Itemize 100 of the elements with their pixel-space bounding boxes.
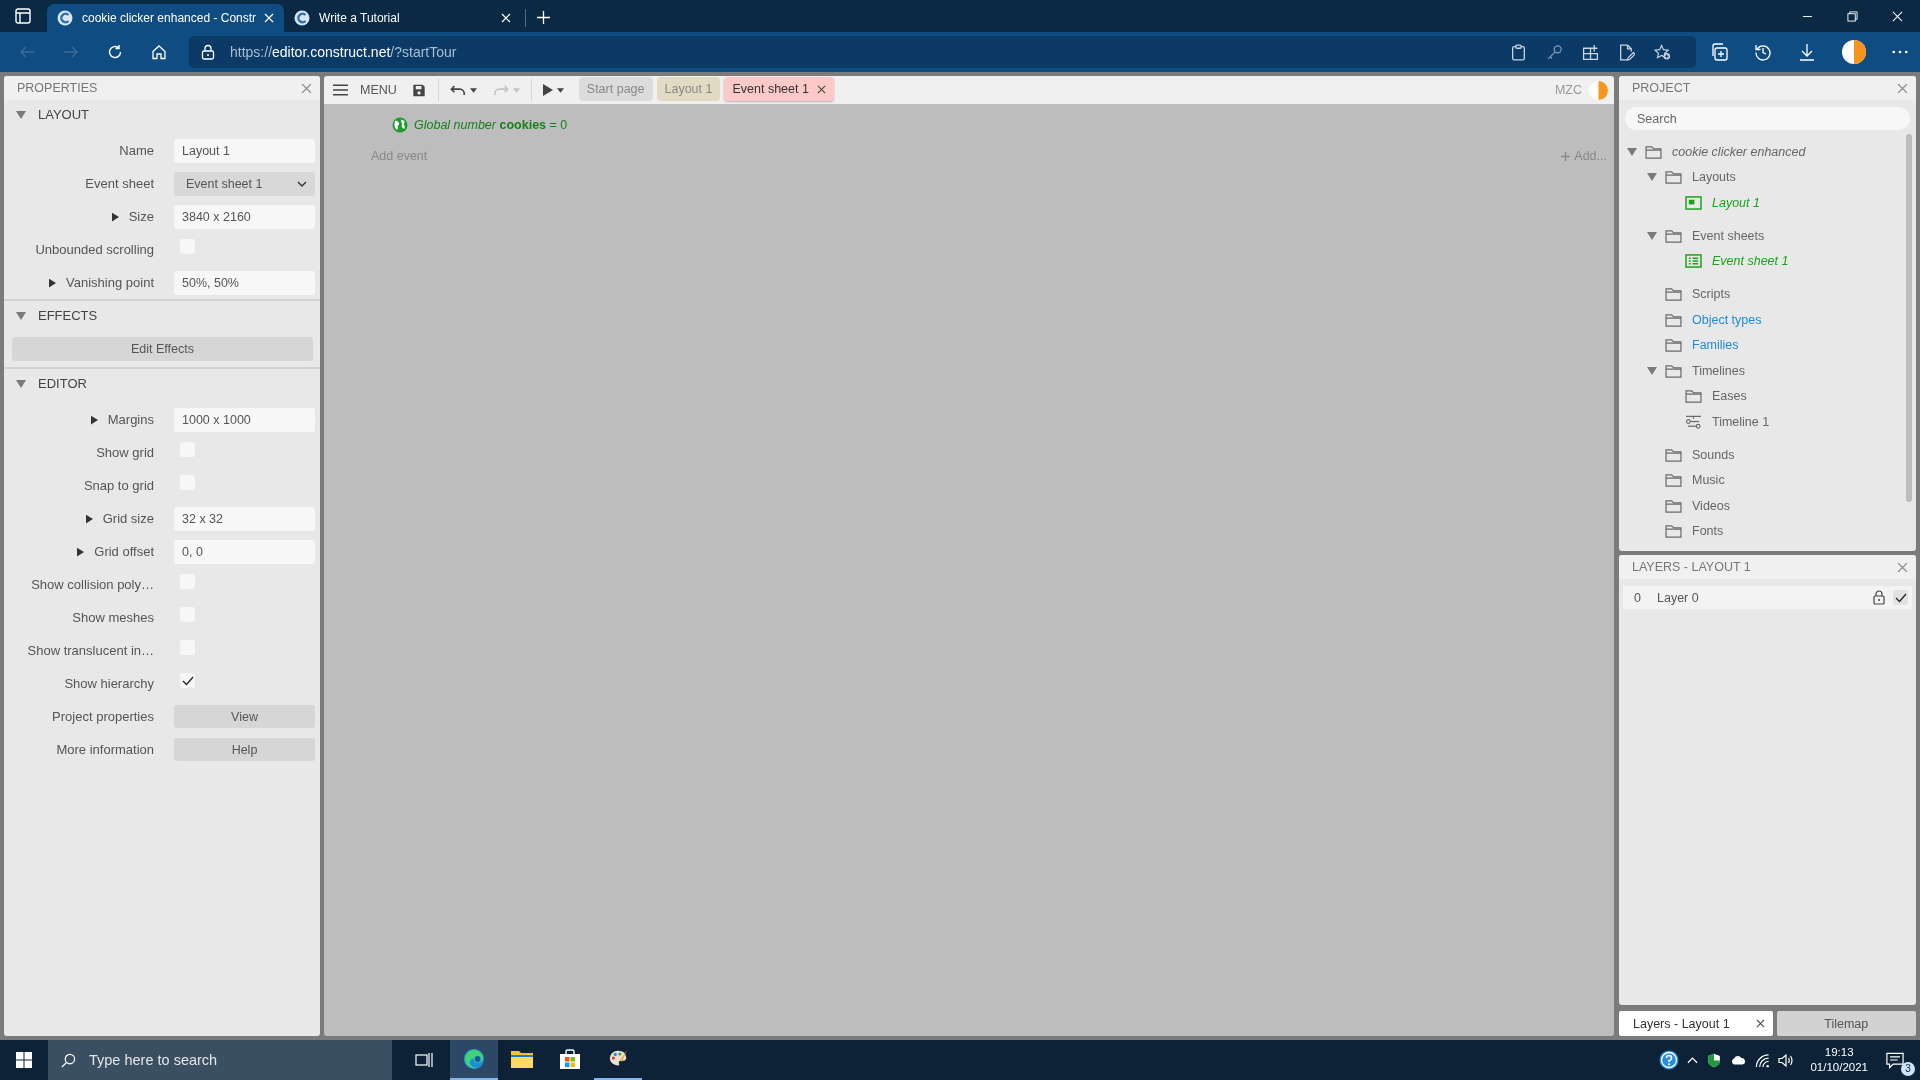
panel-tab[interactable]: Tilemap — [1776, 1011, 1916, 1036]
tree-item[interactable]: Event sheet 1 — [1712, 254, 1789, 269]
tree-toggle-icon[interactable] — [1647, 366, 1657, 375]
layer-index: 0 — [1634, 590, 1642, 605]
tree-item[interactable]: Fonts — [1692, 524, 1724, 539]
help-icon[interactable] — [1659, 1050, 1680, 1070]
editor-tab[interactable]: Event sheet 1 — [724, 77, 834, 101]
property-label: Grid size — [102, 511, 154, 526]
edit-effects-button[interactable]: Edit Effects — [12, 337, 313, 361]
section-title[interactable]: EDITOR — [38, 376, 87, 391]
close-tab-icon[interactable] — [1755, 1019, 1765, 1028]
padlock-icon[interactable] — [201, 44, 215, 60]
url-text[interactable]: https://editor.construct.net/?startTour — [230, 44, 457, 60]
text-field[interactable]: 50%, 50% — [174, 270, 315, 295]
expand-arrow-icon[interactable] — [85, 513, 93, 524]
tree-toggle-icon[interactable] — [1647, 231, 1657, 240]
close-panel-icon[interactable] — [301, 82, 312, 94]
text-field[interactable]: 1000 x 1000 — [174, 407, 315, 432]
tree-item[interactable]: Timeline 1 — [1712, 414, 1770, 429]
speaker-icon[interactable] — [1778, 1052, 1795, 1068]
tree-item[interactable]: Layouts — [1692, 170, 1736, 185]
tree-item[interactable]: Sounds — [1692, 447, 1735, 462]
text-field[interactable]: 3840 x 2160 — [174, 204, 315, 229]
property-label: Margins — [107, 412, 154, 427]
tree-item[interactable]: cookie clicker enhanced — [1672, 144, 1806, 159]
padlock-icon[interactable] — [1873, 590, 1885, 605]
collections-icon[interactable] — [1710, 43, 1728, 61]
wifi-icon[interactable] — [1754, 1052, 1771, 1068]
shield-icon[interactable] — [1706, 1052, 1723, 1068]
folder-icon — [1665, 312, 1682, 327]
chevron-down-icon — [297, 180, 307, 187]
search-field[interactable]: Type here to search — [48, 1040, 392, 1080]
more-dots-icon[interactable] — [1892, 50, 1908, 54]
property-label: Size — [128, 209, 154, 224]
expand-arrow-icon[interactable] — [111, 211, 119, 222]
visibility-checkbox[interactable] — [1893, 590, 1908, 605]
clock-time[interactable]: 19:13 — [1824, 1045, 1854, 1060]
notification-icon[interactable] — [1886, 1051, 1904, 1069]
tree-item[interactable]: Event sheets — [1692, 228, 1765, 243]
section-title[interactable]: EFFECTS — [38, 308, 98, 323]
tree-item[interactable]: Layout 1 — [1712, 195, 1760, 210]
folder-icon — [1665, 524, 1682, 539]
tree-toggle-icon[interactable] — [1647, 173, 1657, 182]
tree-item[interactable]: Timelines — [1692, 363, 1746, 378]
avatar-icon[interactable] — [1842, 40, 1866, 64]
text-field[interactable]: 0, 0 — [174, 539, 315, 564]
property-button[interactable]: Help — [174, 738, 315, 761]
task-view-icon[interactable] — [415, 1052, 433, 1068]
menu-button[interactable]: MENU — [324, 77, 403, 103]
property-button[interactable]: View — [174, 705, 315, 728]
tree-item[interactable]: Eases — [1712, 389, 1747, 404]
page-pencil-icon[interactable] — [1618, 43, 1635, 61]
save-icon — [410, 83, 427, 97]
folder-icon — [510, 1048, 534, 1070]
windows-start-icon[interactable] — [16, 1052, 32, 1068]
new-tab-icon[interactable] — [537, 11, 551, 24]
scrollbar[interactable] — [1906, 134, 1912, 502]
event-sheet-icon — [1685, 254, 1702, 269]
browser-tab[interactable]: cookie clicker enhanced - Constr — [47, 4, 285, 32]
tree-item[interactable]: Scripts — [1692, 287, 1731, 302]
layer-row[interactable]: 0 Layer 0 — [1623, 586, 1912, 609]
checkbox[interactable] — [180, 673, 195, 688]
section-title[interactable]: LAYOUT — [38, 107, 90, 122]
text-field[interactable]: Layout 1 — [174, 138, 315, 163]
download-icon[interactable] — [1798, 43, 1816, 61]
history-icon[interactable] — [1754, 43, 1772, 61]
dropdown[interactable]: Event sheet 1 — [174, 171, 315, 196]
section-toggle-icon[interactable] — [16, 379, 26, 388]
close-tab-icon[interactable] — [816, 84, 826, 94]
star-plus-icon[interactable] — [1654, 43, 1671, 61]
search-field[interactable]: Search — [1625, 107, 1910, 130]
expand-arrow-icon[interactable] — [77, 546, 85, 557]
property-label: Vanishing point — [66, 275, 154, 290]
section-toggle-icon[interactable] — [16, 110, 26, 119]
tree-toggle-icon[interactable] — [1627, 147, 1637, 156]
tab-actions-icon[interactable] — [15, 8, 31, 24]
apps-grid-icon[interactable] — [1582, 43, 1599, 61]
clipboard-icon[interactable] — [1510, 43, 1527, 61]
play-icon — [542, 84, 553, 96]
folder-icon — [1665, 338, 1682, 353]
layer-name[interactable]: Layer 0 — [1657, 590, 1699, 605]
expand-arrow-icon[interactable] — [90, 414, 98, 425]
expand-arrow-icon[interactable] — [49, 277, 57, 288]
tree-item[interactable]: Music — [1692, 473, 1725, 488]
text-field[interactable]: 32 x 32 — [174, 506, 315, 531]
global-variable-event[interactable]: Global number cookies = 0 — [414, 118, 568, 132]
shopping-bag-icon — [558, 1048, 582, 1070]
address-bar[interactable]: https://editor.construct.net/?startTour — [189, 36, 1696, 68]
browser-tab[interactable]: Write a Tutorial — [284, 4, 522, 32]
property-label: Snap to grid — [83, 478, 154, 493]
panel-tab[interactable]: Layers - Layout 1 — [1619, 1011, 1773, 1036]
section-toggle-icon[interactable] — [16, 311, 26, 320]
tree-item[interactable]: Videos — [1692, 498, 1730, 513]
chevron-up-icon[interactable] — [1687, 1056, 1699, 1064]
close-panel-icon[interactable] — [1897, 561, 1908, 573]
tree-item[interactable]: Object types — [1692, 312, 1762, 327]
key-icon[interactable] — [1546, 43, 1563, 61]
clock-date[interactable]: 01/10/2021 — [1810, 1060, 1868, 1075]
close-panel-icon[interactable] — [1897, 82, 1908, 94]
tree-item[interactable]: Families — [1692, 338, 1739, 353]
